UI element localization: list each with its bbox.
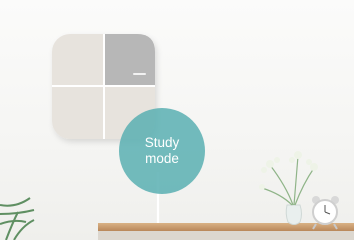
badge-line-1: Study: [144, 135, 180, 150]
plant-left: [0, 197, 35, 240]
device-indicator-light: [133, 73, 146, 75]
product-photo: Study mode: [0, 0, 354, 240]
flower-vase: [259, 151, 318, 225]
badge-line-2: mode: [145, 151, 179, 166]
alarm-clock: [312, 196, 339, 230]
device-top-right-panel: [104, 34, 155, 86]
study-mode-badge: Study mode: [119, 108, 205, 194]
